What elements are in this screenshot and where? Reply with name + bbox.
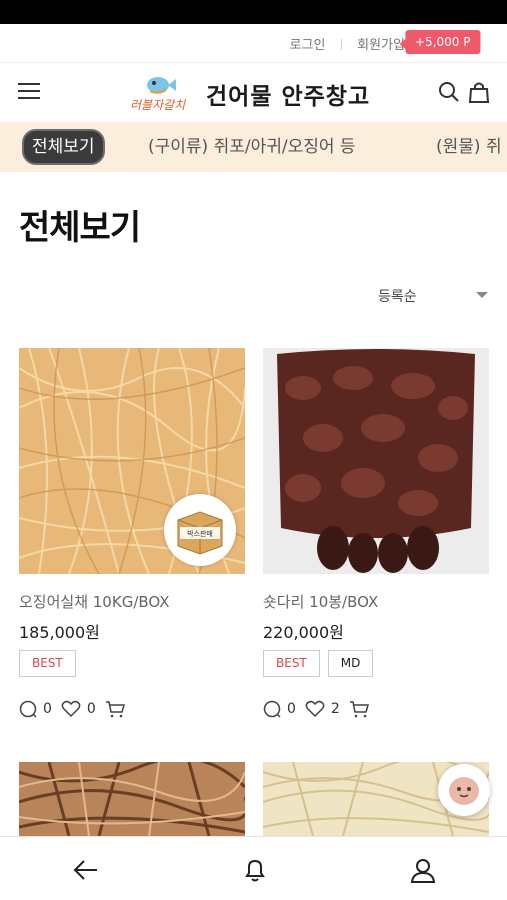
page-title: 전체보기 xyxy=(19,208,141,248)
heart-icon[interactable] xyxy=(61,700,81,718)
product-card[interactable]: 숏다리 10봉/BOX 220,000원 BEST MD 0 2 xyxy=(263,348,489,718)
hamburger-menu-icon[interactable] xyxy=(18,83,40,101)
chevron-down-icon xyxy=(476,292,488,298)
product-card[interactable]: 박스판매 오징어실채 10KG/BOX 185,000원 BEST 0 0 xyxy=(19,348,245,718)
product-price: 220,000원 xyxy=(263,623,344,642)
back-arrow-icon[interactable] xyxy=(73,857,99,883)
category-tab-raw[interactable]: (원물) 쥐 xyxy=(436,129,502,165)
product-name[interactable]: 오징어실채 10KG/BOX xyxy=(19,591,170,612)
box-sale-text: 박스판매 xyxy=(187,529,213,538)
logo-script-text: 러블자갈치 xyxy=(130,98,186,112)
search-icon[interactable] xyxy=(438,81,460,103)
box-sale-sticker: 박스판매 xyxy=(164,494,236,566)
logo-fish-mark: 러블자갈치 xyxy=(128,71,202,117)
bottom-navigation xyxy=(0,836,507,900)
product-image[interactable] xyxy=(19,762,245,836)
site-header: 러블자갈치 건어물 안주창고 xyxy=(0,62,507,122)
product-badges: BEST xyxy=(19,650,76,677)
best-badge: BEST xyxy=(263,650,320,677)
system-status-bar xyxy=(0,0,507,24)
shopping-bag-icon[interactable] xyxy=(467,80,491,104)
bell-icon[interactable] xyxy=(242,857,268,883)
review-bubble-icon[interactable] xyxy=(19,700,37,718)
chat-face-icon xyxy=(449,777,479,805)
product-name[interactable]: 숏다리 10봉/BOX xyxy=(263,591,378,612)
signup-point-badge: +5,000 P xyxy=(398,30,481,54)
category-tabs: 전체보기 (구이류) 쥐포/아귀/오징어 등 (원물) 쥐 xyxy=(0,122,507,172)
like-count: 0 xyxy=(86,701,96,717)
review-count: 0 xyxy=(287,701,296,717)
auth-separator: | xyxy=(339,36,344,50)
category-tab-grilled[interactable]: (구이류) 쥐포/아귀/오징어 등 xyxy=(148,129,356,165)
signup-link[interactable]: 회원가입 xyxy=(357,34,405,53)
heart-icon[interactable] xyxy=(305,700,325,718)
category-tab-all[interactable]: 전체보기 xyxy=(22,129,105,165)
cart-icon[interactable] xyxy=(105,700,125,718)
product-image[interactable]: 박스판매 xyxy=(19,348,245,574)
product-price: 185,000원 xyxy=(19,623,100,642)
product-stats: 0 0 xyxy=(19,700,125,718)
sort-select[interactable]: 등록순 xyxy=(378,286,490,308)
site-logo[interactable]: 러블자갈치 건어물 안주창고 xyxy=(128,71,383,117)
md-badge: MD xyxy=(327,650,374,677)
user-icon[interactable] xyxy=(410,857,436,883)
product-image[interactable] xyxy=(263,348,489,574)
review-count: 0 xyxy=(43,701,52,717)
auth-bar: 로그인 | 회원가입 +5,000 P xyxy=(0,24,507,62)
best-badge: BEST xyxy=(19,650,76,677)
sort-label: 등록순 xyxy=(378,289,417,305)
review-bubble-icon[interactable] xyxy=(263,700,281,718)
product-badges: BEST MD xyxy=(263,650,374,677)
cart-icon[interactable] xyxy=(349,700,369,718)
logo-text: 건어물 안주창고 xyxy=(206,83,371,110)
login-link[interactable]: 로그인 xyxy=(290,34,326,53)
like-count: 2 xyxy=(330,701,340,717)
product-stats: 0 2 xyxy=(263,700,369,718)
chat-bot-button[interactable] xyxy=(438,764,490,816)
